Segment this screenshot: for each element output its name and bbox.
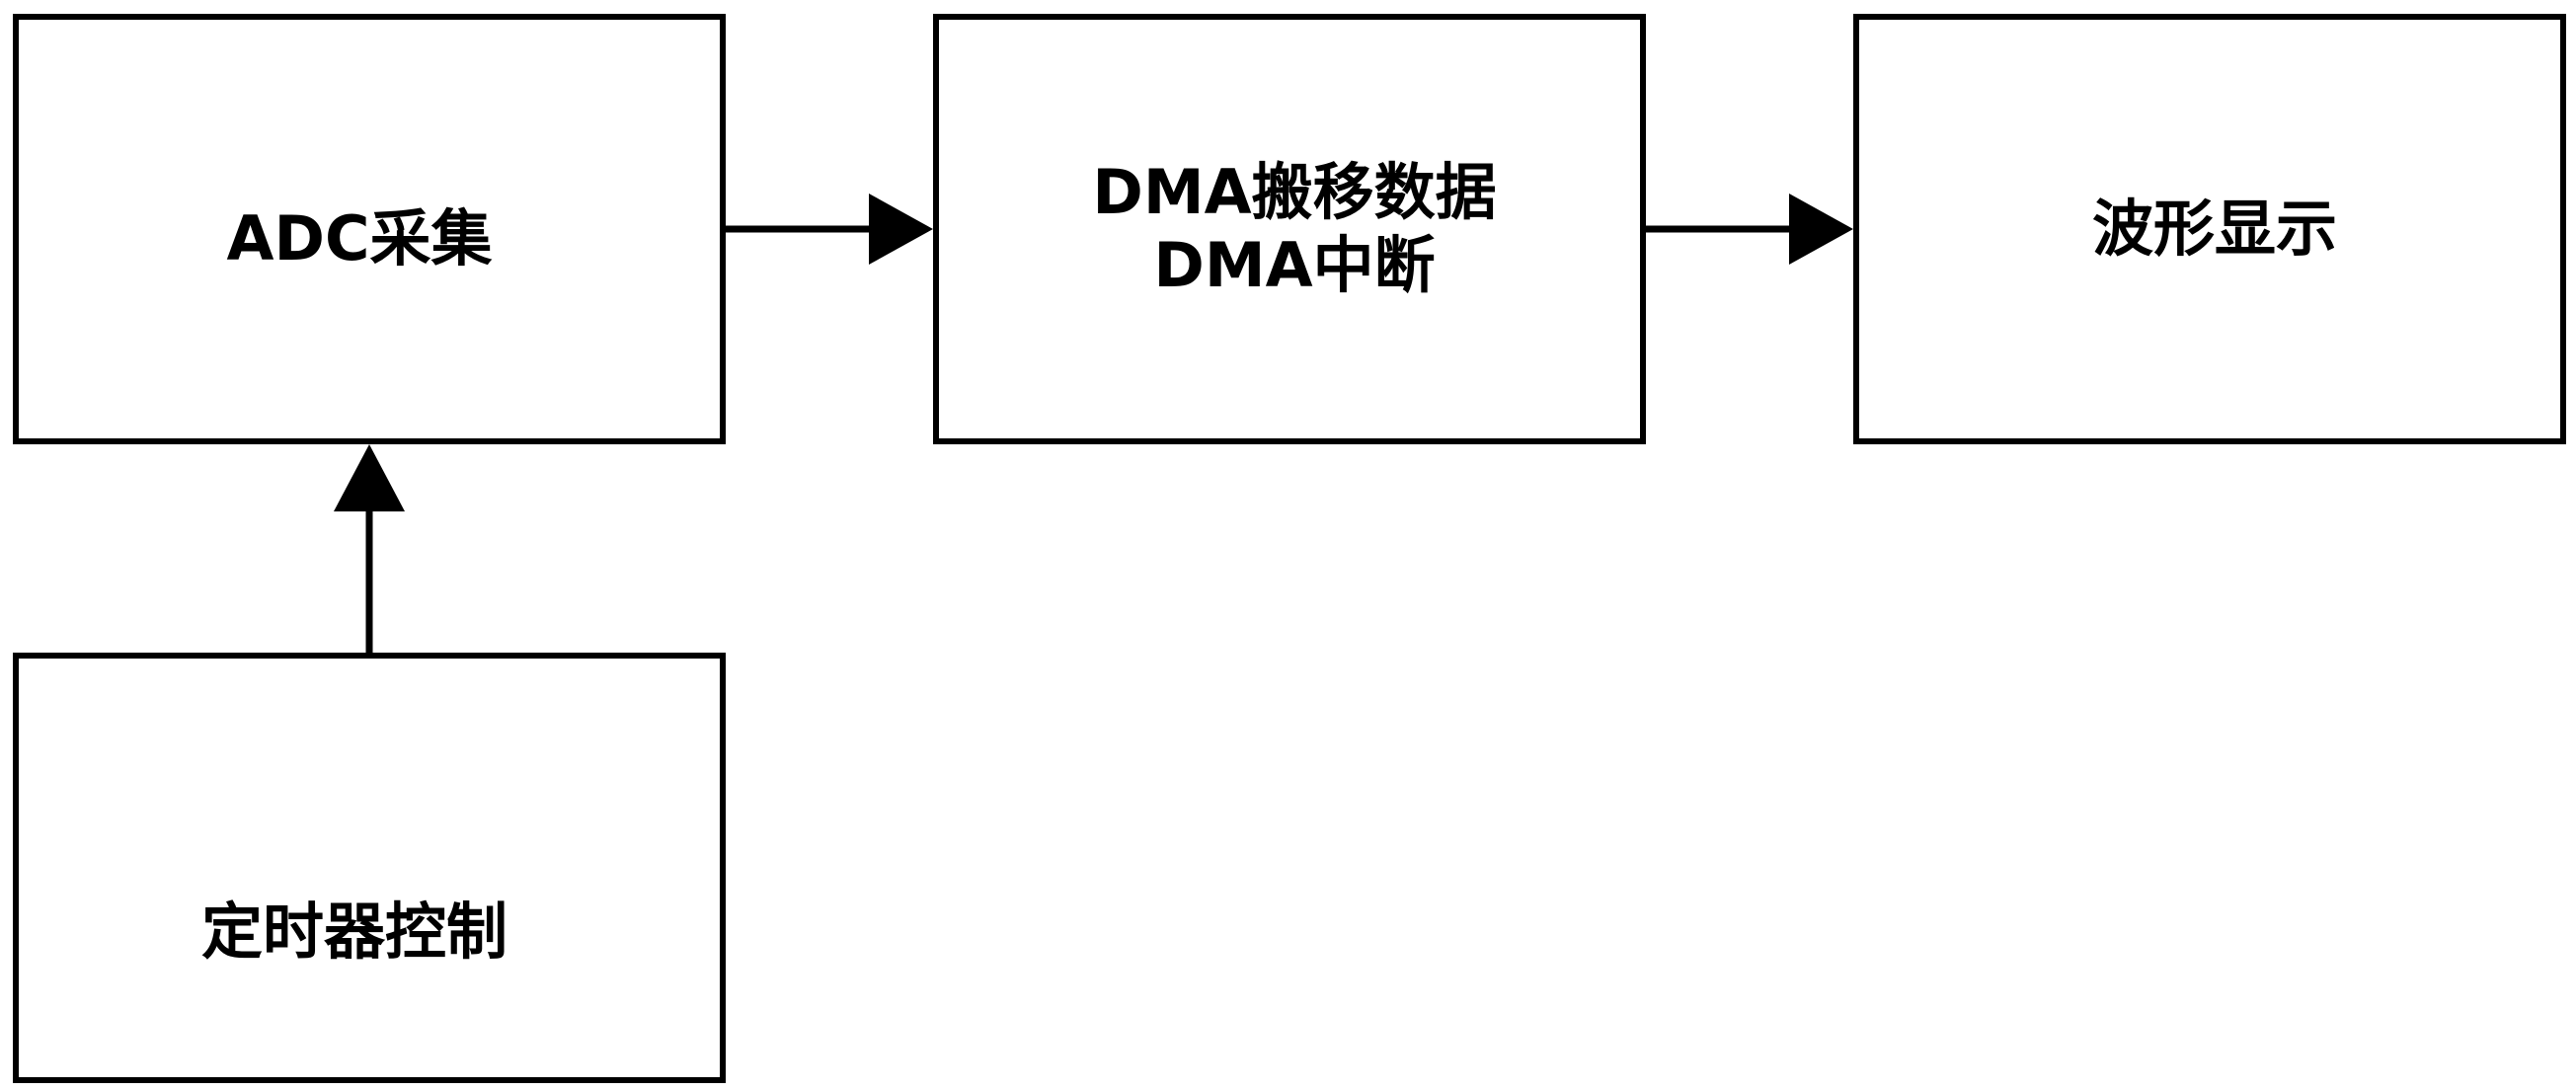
wave-label-wrap: 波形显示 xyxy=(2092,193,2337,266)
adc-acquisition-label: ADC采集 xyxy=(226,201,493,274)
dma-interrupt-label: DMA中断 xyxy=(1153,229,1436,301)
dma-transfer-box: DMA搬移数据 DMA中断 xyxy=(933,14,1646,444)
timer-control-box: 定时器控制 xyxy=(13,653,726,1083)
waveform-display-box: 波形显示 xyxy=(1853,14,2566,444)
adc-label-wrap: ADC采集 xyxy=(227,202,493,275)
timer-control-label: 定时器控制 xyxy=(200,895,507,968)
timer-label-wrap: 定时器控制 xyxy=(201,896,507,969)
arrow-adc-to-dma xyxy=(726,194,933,265)
arrow-head-dma-to-wave xyxy=(1789,194,1853,265)
adc-acquisition-box: ADC采集 xyxy=(13,14,726,444)
waveform-display-label: 波形显示 xyxy=(2091,192,2337,265)
dma-label-wrap: DMA搬移数据 DMA中断 xyxy=(1092,156,1496,303)
arrow-head-timer-to-adc xyxy=(334,444,405,511)
arrow-timer-to-adc xyxy=(334,444,405,653)
arrow-head-adc-to-dma xyxy=(869,194,933,265)
dma-transfer-label: DMA搬移数据 xyxy=(1092,155,1497,228)
flow-diagram: ADC采集 DMA搬移数据 DMA中断 波形显示 定时器控制 xyxy=(0,0,2576,1091)
arrow-dma-to-wave xyxy=(1646,194,1853,265)
